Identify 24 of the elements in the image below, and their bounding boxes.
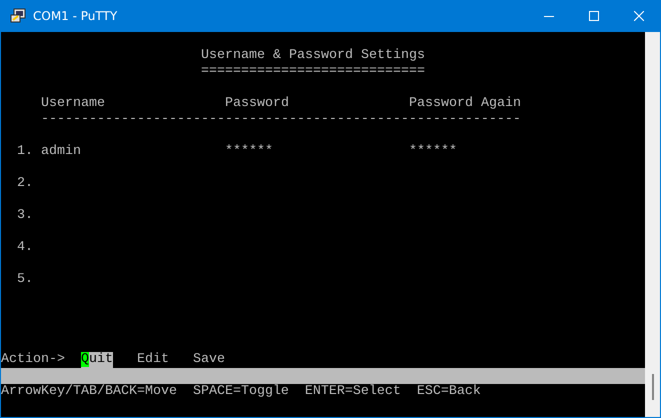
maximize-icon: [588, 11, 598, 21]
action-option[interactable]: Quit: [81, 352, 113, 368]
computer-icon: [10, 8, 26, 24]
action-option[interactable]: Edit: [137, 352, 169, 368]
column-header: Password: [225, 96, 289, 112]
row-number: 5.: [17, 272, 33, 288]
action-prompt: Action->: [1, 352, 65, 368]
row-number: 4.: [17, 240, 33, 256]
password-cell: ******: [409, 144, 457, 160]
column-header: Password Again: [409, 96, 521, 112]
heading-underline: ============================: [201, 64, 425, 80]
row-number: 1.: [17, 144, 33, 160]
username-cell: admin: [41, 144, 81, 160]
close-icon: [634, 11, 644, 21]
window-title: COM1 - PuTTY: [33, 9, 118, 23]
column-header: Username: [41, 96, 105, 112]
row-number: 2.: [17, 176, 33, 192]
scrollbar[interactable]: [645, 32, 660, 417]
key-help: ArrowKey/TAB/BACK=Move SPACE=Toggle ENTER=Select ESC=Back: [1, 384, 481, 400]
action-option[interactable]: Save: [193, 352, 225, 368]
screen-heading: Username & Password Settings: [201, 48, 425, 64]
header-rule: ------------------------------------------------------------: [41, 112, 521, 128]
password-cell: ******: [225, 144, 273, 160]
row-number: 3.: [17, 208, 33, 224]
